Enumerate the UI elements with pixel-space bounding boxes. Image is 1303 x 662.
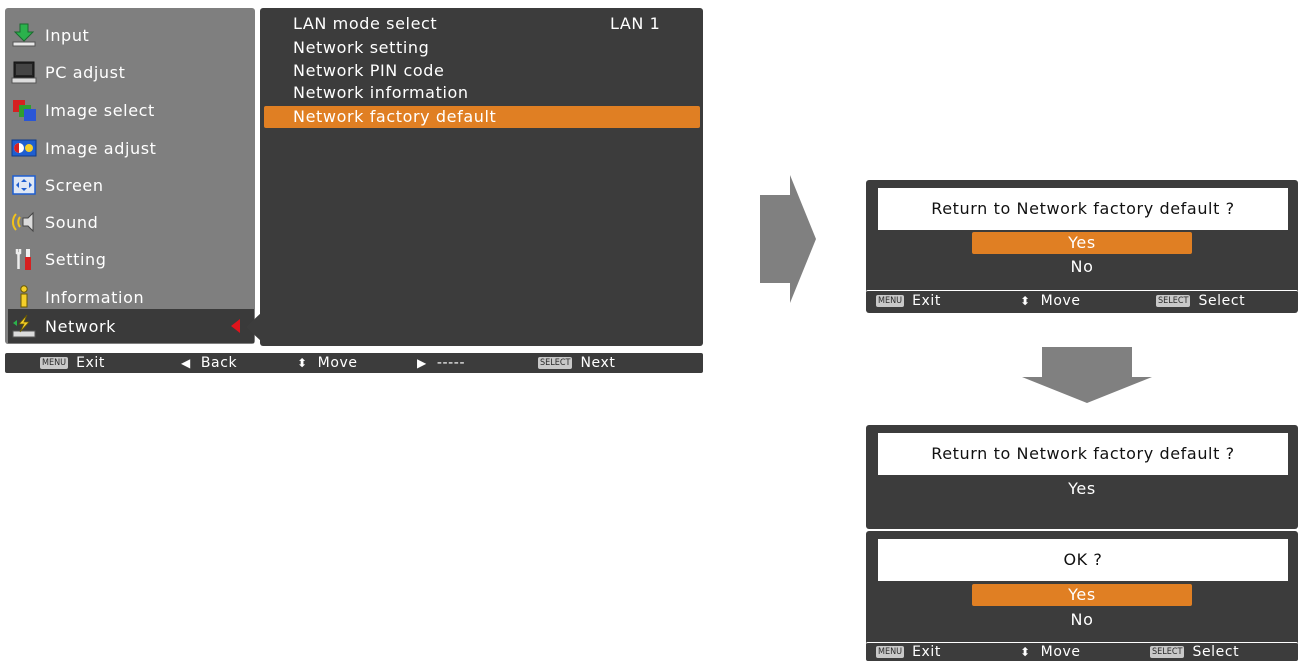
select-label: Select <box>1198 293 1246 309</box>
next-hint[interactable]: SELECT Next <box>538 353 616 373</box>
ok-no-option[interactable]: No <box>972 609 1192 631</box>
confirm-dialog-title: Return to Network factory default ? <box>878 188 1288 230</box>
flow-arrow-down-icon <box>1022 347 1152 403</box>
move-hint[interactable]: ⬍ Move <box>297 353 358 373</box>
result-value: Yes <box>1068 479 1096 498</box>
exit-hint[interactable]: MENU Exit <box>876 643 941 661</box>
up-down-arrow-icon: ⬍ <box>297 356 308 370</box>
submenu-item-network-pin-code[interactable]: Network PIN code <box>264 60 700 82</box>
move-hint[interactable]: ⬍ Move <box>1020 291 1081 311</box>
image-adjust-icon <box>11 139 37 157</box>
menu-item-input[interactable]: Input <box>11 18 251 52</box>
up-down-arrow-icon: ⬍ <box>1020 645 1031 659</box>
move-label: Move <box>317 355 358 371</box>
submenu-item-lan-mode-select[interactable]: LAN mode select LAN 1 <box>264 13 700 35</box>
select-hint[interactable]: SELECT Select <box>1156 291 1245 311</box>
menu-item-label: Network <box>45 316 117 336</box>
network-submenu-panel: LAN mode select LAN 1 Network setting Ne… <box>260 8 703 346</box>
submenu-item-label: Network factory default <box>293 107 497 126</box>
ok-yes-option[interactable]: Yes <box>972 584 1192 606</box>
submenu-item-label: Network setting <box>293 38 430 57</box>
menu-item-screen[interactable]: Screen <box>11 168 251 202</box>
menu-item-image-adjust[interactable]: Image adjust <box>11 131 251 165</box>
exit-hint[interactable]: MENU Exit <box>40 353 105 373</box>
submenu-item-network-factory-default[interactable]: Network factory default <box>264 106 700 128</box>
screen-icon <box>12 175 36 195</box>
forward-hint[interactable]: ▶ ----- <box>417 353 465 373</box>
pc-adjust-icon <box>11 61 37 84</box>
menu-item-label: Information <box>45 287 145 307</box>
select-label: Select <box>1192 644 1240 660</box>
move-label: Move <box>1040 644 1081 660</box>
submenu-item-label: Network information <box>293 83 469 102</box>
information-icon <box>20 285 28 308</box>
sound-icon <box>12 211 34 233</box>
selection-pointer-icon <box>231 319 240 333</box>
menu-item-sound[interactable]: Sound <box>11 205 251 239</box>
menu-item-label: Setting <box>45 249 107 269</box>
left-arrow-icon: ◀ <box>181 356 191 370</box>
menu-item-label: Input <box>45 25 90 45</box>
confirm-dialog: Return to Network factory default ? Yes … <box>866 180 1298 313</box>
menu-key-icon: MENU <box>876 295 905 307</box>
submenu-item-network-setting[interactable]: Network setting <box>264 37 700 59</box>
select-key-icon: SELECT <box>1156 295 1191 307</box>
next-label: Next <box>580 355 616 371</box>
result-dialog-title: Return to Network factory default ? <box>878 433 1288 475</box>
lan-mode-value: LAN 1 <box>610 14 661 33</box>
move-hint[interactable]: ⬍ Move <box>1020 643 1081 661</box>
menu-key-icon: MENU <box>40 357 69 369</box>
submenu-item-label: Network PIN code <box>293 61 445 80</box>
dialog-key-guide-bar: MENU Exit ⬍ Move SELECT Select <box>866 642 1298 661</box>
select-hint[interactable]: SELECT Select <box>1150 643 1239 661</box>
menu-item-label: Screen <box>45 175 104 195</box>
menu-item-network[interactable]: Network <box>8 309 254 343</box>
menu-item-label: Image select <box>45 100 155 120</box>
up-down-arrow-icon: ⬍ <box>1020 294 1031 308</box>
main-key-guide-bar: MENU Exit ◀ Back ⬍ Move ▶ ----- SELECT N… <box>5 353 703 373</box>
exit-label: Exit <box>912 644 942 660</box>
menu-item-label: Sound <box>45 212 99 232</box>
menu-item-label: PC adjust <box>45 62 126 82</box>
main-menu-panel: Input PC adjust Image select Image adjus… <box>5 8 255 344</box>
select-key-icon: SELECT <box>538 357 573 369</box>
move-label: Move <box>1040 293 1081 309</box>
exit-hint[interactable]: MENU Exit <box>876 291 941 311</box>
ok-dialog: OK ? Yes No MENU Exit ⬍ Move SELECT Sele… <box>866 531 1298 661</box>
flow-arrow-right-icon <box>760 175 816 303</box>
select-key-icon: SELECT <box>1150 646 1185 658</box>
menu-item-label: Image adjust <box>45 138 157 158</box>
menu-key-icon: MENU <box>876 646 905 658</box>
back-hint[interactable]: ◀ Back <box>181 353 237 373</box>
exit-label: Exit <box>76 355 106 371</box>
back-label: Back <box>200 355 238 371</box>
submenu-item-label: LAN mode select <box>293 14 438 33</box>
network-icon <box>12 314 36 338</box>
result-dialog: Return to Network factory default ? Yes <box>866 425 1298 529</box>
right-arrow-icon: ▶ <box>417 356 427 370</box>
setting-icon <box>15 249 31 270</box>
confirm-no-option[interactable]: No <box>972 256 1192 278</box>
input-icon <box>12 23 36 47</box>
menu-item-setting[interactable]: Setting <box>11 242 251 276</box>
submenu-item-network-information[interactable]: Network information <box>264 82 700 104</box>
confirm-yes-option[interactable]: Yes <box>972 232 1192 254</box>
menu-item-pc-adjust[interactable]: PC adjust <box>11 55 251 89</box>
ok-dialog-title: OK ? <box>878 539 1288 581</box>
dialog-key-guide-bar: MENU Exit ⬍ Move SELECT Select <box>866 290 1298 311</box>
image-select-icon <box>13 100 36 121</box>
exit-label: Exit <box>912 293 942 309</box>
forward-label: ----- <box>436 355 466 371</box>
menu-item-image-select[interactable]: Image select <box>11 93 251 127</box>
